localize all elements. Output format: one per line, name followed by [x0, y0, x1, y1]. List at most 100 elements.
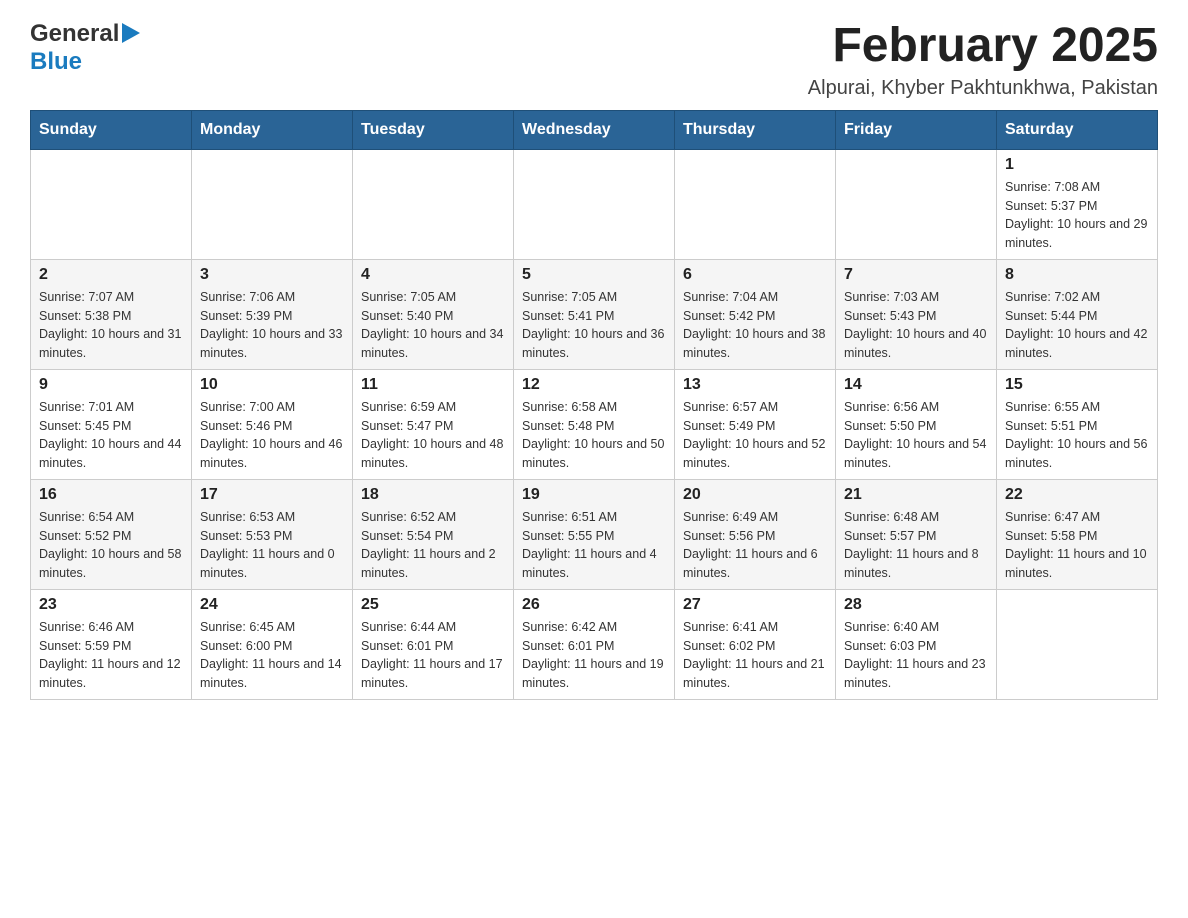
calendar-cell [836, 149, 997, 259]
day-info: Sunrise: 7:00 AM Sunset: 5:46 PM Dayligh… [200, 398, 344, 473]
logo-blue-text: Blue [30, 48, 82, 75]
calendar-cell: 7 Sunrise: 7:03 AM Sunset: 5:43 PM Daylig… [836, 259, 997, 369]
calendar-cell: 26Sunrise: 6:42 AM Sunset: 6:01 PM Dayli… [514, 589, 675, 699]
day-info: Sunrise: 6:57 AM Sunset: 5:49 PM Dayligh… [683, 398, 827, 473]
calendar-cell: 27 Sunrise: 6:41 AM Sunset: 6:02 PM Dayli… [675, 589, 836, 699]
calendar-cell: 25 Sunrise: 6:44 AM Sunset: 6:01 PM Dayli… [353, 589, 514, 699]
calendar-title: February 2025 [808, 20, 1158, 73]
day-number: 4 [361, 266, 505, 284]
day-info: Sunrise: 6:53 AM Sunset: 5:53 PM Dayligh… [200, 508, 344, 583]
day-info: Sunrise: 6:45 AM Sunset: 6:00 PM Dayligh… [200, 618, 344, 693]
day-info: Sunrise: 7:01 AM Sunset: 5:45 PM Dayligh… [39, 398, 183, 473]
weekday-header-saturday: Saturday [997, 110, 1158, 149]
weekday-header-monday: Monday [192, 110, 353, 149]
calendar-cell: 23Sunrise: 6:46 AM Sunset: 5:59 PM Dayli… [31, 589, 192, 699]
calendar-cell: 3Sunrise: 7:06 AM Sunset: 5:39 PM Daylig… [192, 259, 353, 369]
day-number: 25 [361, 596, 505, 614]
day-number: 15 [1005, 376, 1149, 394]
calendar-cell [675, 149, 836, 259]
weekday-header-friday: Friday [836, 110, 997, 149]
calendar-cell [31, 149, 192, 259]
calendar-cell: 22 Sunrise: 6:47 AM Sunset: 5:58 PM Dayli… [997, 479, 1158, 589]
calendar-week-4: 16 Sunrise: 6:54 AM Sunset: 5:52 PM Dayli… [31, 479, 1158, 589]
calendar-week-3: 9 Sunrise: 7:01 AM Sunset: 5:45 PM Daylig… [31, 369, 1158, 479]
weekday-header-row: SundayMondayTuesdayWednesdayThursdayFrid… [31, 110, 1158, 149]
calendar-cell: 6 Sunrise: 7:04 AM Sunset: 5:42 PM Daylig… [675, 259, 836, 369]
calendar-cell: 14 Sunrise: 6:56 AM Sunset: 5:50 PM Dayli… [836, 369, 997, 479]
logo-arrow-icon [122, 23, 140, 43]
calendar-cell: 5 Sunrise: 7:05 AM Sunset: 5:41 PM Daylig… [514, 259, 675, 369]
logo-general-text: General [30, 20, 119, 48]
calendar-cell [353, 149, 514, 259]
day-number: 8 [1005, 266, 1149, 284]
calendar-cell: 1 Sunrise: 7:08 AM Sunset: 5:37 PM Daylig… [997, 149, 1158, 259]
day-number: 28 [844, 596, 988, 614]
calendar-cell: 9 Sunrise: 7:01 AM Sunset: 5:45 PM Daylig… [31, 369, 192, 479]
day-info: Sunrise: 7:06 AM Sunset: 5:39 PM Dayligh… [200, 288, 344, 363]
day-info: Sunrise: 6:49 AM Sunset: 5:56 PM Dayligh… [683, 508, 827, 583]
day-number: 22 [1005, 486, 1149, 504]
calendar-cell: 2 Sunrise: 7:07 AM Sunset: 5:38 PM Daylig… [31, 259, 192, 369]
day-info: Sunrise: 6:40 AM Sunset: 6:03 PM Dayligh… [844, 618, 988, 693]
day-number: 19 [522, 486, 666, 504]
calendar-cell: 28 Sunrise: 6:40 AM Sunset: 6:03 PM Dayli… [836, 589, 997, 699]
day-number: 6 [683, 266, 827, 284]
day-info: Sunrise: 6:42 AM Sunset: 6:01 PM Dayligh… [522, 618, 666, 693]
day-info: Sunrise: 7:05 AM Sunset: 5:40 PM Dayligh… [361, 288, 505, 363]
weekday-header-sunday: Sunday [31, 110, 192, 149]
day-number: 24 [200, 596, 344, 614]
calendar-cell: 11 Sunrise: 6:59 AM Sunset: 5:47 PM Dayli… [353, 369, 514, 479]
day-number: 13 [683, 376, 827, 394]
day-info: Sunrise: 6:55 AM Sunset: 5:51 PM Dayligh… [1005, 398, 1149, 473]
day-info: Sunrise: 6:41 AM Sunset: 6:02 PM Dayligh… [683, 618, 827, 693]
day-info: Sunrise: 6:52 AM Sunset: 5:54 PM Dayligh… [361, 508, 505, 583]
day-number: 27 [683, 596, 827, 614]
calendar-week-5: 23Sunrise: 6:46 AM Sunset: 5:59 PM Dayli… [31, 589, 1158, 699]
calendar-cell: 19 Sunrise: 6:51 AM Sunset: 5:55 PM Dayli… [514, 479, 675, 589]
day-info: Sunrise: 6:56 AM Sunset: 5:50 PM Dayligh… [844, 398, 988, 473]
weekday-header-wednesday: Wednesday [514, 110, 675, 149]
calendar-cell: 13 Sunrise: 6:57 AM Sunset: 5:49 PM Dayli… [675, 369, 836, 479]
day-info: Sunrise: 6:59 AM Sunset: 5:47 PM Dayligh… [361, 398, 505, 473]
calendar-cell: 17 Sunrise: 6:53 AM Sunset: 5:53 PM Dayli… [192, 479, 353, 589]
day-number: 9 [39, 376, 183, 394]
day-number: 12 [522, 376, 666, 394]
day-info: Sunrise: 6:44 AM Sunset: 6:01 PM Dayligh… [361, 618, 505, 693]
weekday-header-thursday: Thursday [675, 110, 836, 149]
day-number: 2 [39, 266, 183, 284]
calendar-table: SundayMondayTuesdayWednesdayThursdayFrid… [30, 110, 1158, 700]
day-number: 11 [361, 376, 505, 394]
day-number: 10 [200, 376, 344, 394]
day-info: Sunrise: 7:07 AM Sunset: 5:38 PM Dayligh… [39, 288, 183, 363]
calendar-cell [997, 589, 1158, 699]
calendar-cell: 8Sunrise: 7:02 AM Sunset: 5:44 PM Daylig… [997, 259, 1158, 369]
day-number: 23 [39, 596, 183, 614]
day-info: Sunrise: 6:47 AM Sunset: 5:58 PM Dayligh… [1005, 508, 1149, 583]
calendar-cell: 15 Sunrise: 6:55 AM Sunset: 5:51 PM Dayli… [997, 369, 1158, 479]
calendar-week-1: 1 Sunrise: 7:08 AM Sunset: 5:37 PM Daylig… [31, 149, 1158, 259]
day-number: 5 [522, 266, 666, 284]
day-info: Sunrise: 7:08 AM Sunset: 5:37 PM Dayligh… [1005, 178, 1149, 253]
title-block: February 2025 Alpurai, Khyber Pakhtunkhw… [808, 20, 1158, 100]
day-number: 1 [1005, 156, 1149, 174]
day-info: Sunrise: 6:54 AM Sunset: 5:52 PM Dayligh… [39, 508, 183, 583]
calendar-cell: 12 Sunrise: 6:58 AM Sunset: 5:48 PM Dayli… [514, 369, 675, 479]
calendar-cell: 20Sunrise: 6:49 AM Sunset: 5:56 PM Dayli… [675, 479, 836, 589]
day-number: 18 [361, 486, 505, 504]
calendar-cell: 10 Sunrise: 7:00 AM Sunset: 5:46 PM Dayli… [192, 369, 353, 479]
logo: General Blue [30, 20, 140, 76]
weekday-header-tuesday: Tuesday [353, 110, 514, 149]
day-number: 17 [200, 486, 344, 504]
day-info: Sunrise: 7:04 AM Sunset: 5:42 PM Dayligh… [683, 288, 827, 363]
day-info: Sunrise: 7:05 AM Sunset: 5:41 PM Dayligh… [522, 288, 666, 363]
day-number: 7 [844, 266, 988, 284]
day-number: 16 [39, 486, 183, 504]
day-number: 14 [844, 376, 988, 394]
calendar-cell: 16 Sunrise: 6:54 AM Sunset: 5:52 PM Dayli… [31, 479, 192, 589]
day-info: Sunrise: 7:03 AM Sunset: 5:43 PM Dayligh… [844, 288, 988, 363]
calendar-cell: 4 Sunrise: 7:05 AM Sunset: 5:40 PM Daylig… [353, 259, 514, 369]
calendar-cell [192, 149, 353, 259]
day-info: Sunrise: 6:58 AM Sunset: 5:48 PM Dayligh… [522, 398, 666, 473]
calendar-cell: 18 Sunrise: 6:52 AM Sunset: 5:54 PM Dayli… [353, 479, 514, 589]
day-info: Sunrise: 6:51 AM Sunset: 5:55 PM Dayligh… [522, 508, 666, 583]
